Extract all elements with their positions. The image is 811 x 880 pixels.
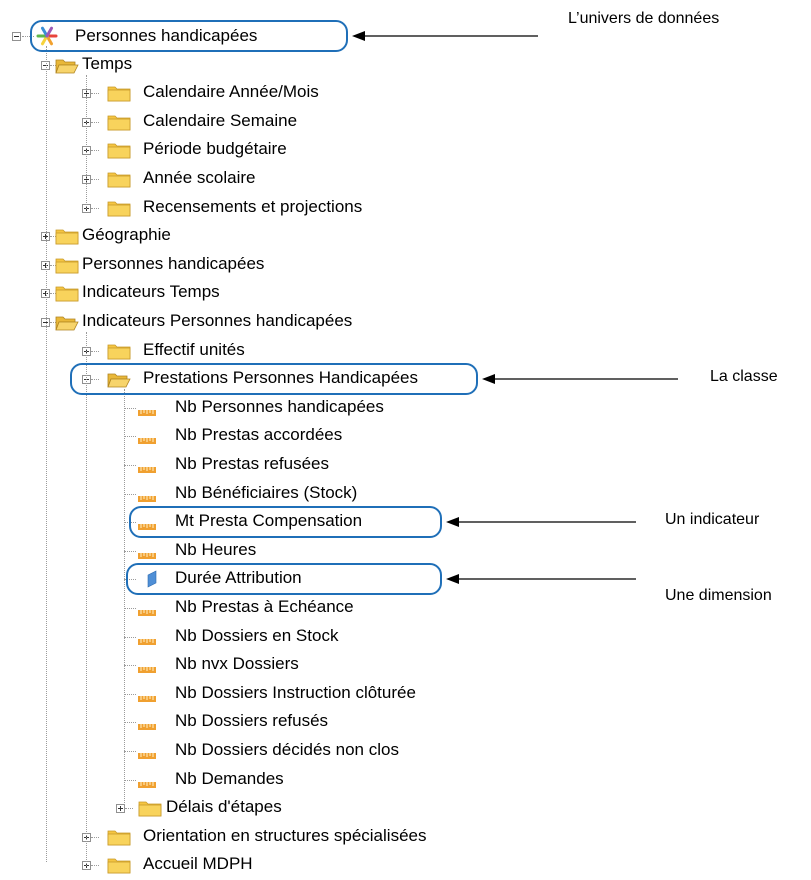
measure-icon <box>138 461 156 479</box>
tree-connector <box>124 465 136 466</box>
folder-icon <box>107 343 131 365</box>
univers-annotation: L’univers de données <box>568 10 720 27</box>
tree-node-label: Temps <box>82 53 133 73</box>
folder-icon <box>107 200 131 222</box>
folder-icon <box>138 800 162 822</box>
tree-connector <box>91 865 99 867</box>
folder-open-icon <box>55 57 79 79</box>
tree-connector <box>124 779 136 781</box>
measure-icon <box>138 747 156 765</box>
dimension-annotation: Une dimension <box>665 587 772 605</box>
tree-connector <box>91 350 99 352</box>
tree-connector <box>124 436 136 438</box>
folder-icon <box>107 829 131 851</box>
tree-connector <box>91 179 99 180</box>
tree-node-label: Calendaire Année/Mois <box>143 82 319 102</box>
classe-callout <box>70 363 478 396</box>
classe-arrow <box>482 374 678 385</box>
folder-icon <box>107 171 131 193</box>
tree-guide-line <box>86 332 87 867</box>
tree-node-label: Accueil MDPH <box>143 854 253 874</box>
tree-node-label: Nb nvx Dossiers <box>175 654 299 674</box>
folder-icon <box>107 85 131 107</box>
tree-connector <box>91 150 99 152</box>
tree-guide-line <box>124 389 125 810</box>
indicateur-arrow <box>446 517 636 528</box>
measure-icon <box>138 547 156 565</box>
collapse-toggle-icon[interactable] <box>12 32 21 41</box>
tree-node-label: Recensements et projections <box>143 196 363 216</box>
tree-node-label: Personnes handicapées <box>82 253 265 273</box>
tree-node-label: Nb Dossiers Instruction clôturée <box>175 682 416 702</box>
folder-icon <box>107 857 131 879</box>
folder-icon <box>55 228 79 250</box>
univers-arrow <box>352 31 538 41</box>
tree-connector <box>124 493 136 495</box>
folder-open-icon <box>55 314 79 336</box>
tree-node-label: Nb Dossiers décidés non clos <box>175 740 399 759</box>
measure-icon <box>138 718 156 736</box>
tree-node-label: Nb Personnes handicapées <box>175 396 384 416</box>
tree-node-label: Orientation en structures spécialisées <box>143 825 427 845</box>
tree-node-label: Géographie <box>82 225 171 245</box>
tree-guide-line <box>46 46 47 862</box>
tree-connector <box>124 665 136 667</box>
tree-connector <box>124 722 136 724</box>
measure-icon <box>138 404 156 422</box>
tree-node-label: Nb Heures <box>175 539 257 559</box>
tree-node-label: Nb Prestas refusées <box>175 454 330 473</box>
tree-node-label: Année scolaire <box>143 168 256 187</box>
tree-node-label: Indicateurs Temps <box>82 282 220 302</box>
tree-connector <box>91 836 99 838</box>
tree-connector <box>124 751 136 752</box>
measure-icon <box>138 604 156 622</box>
tree-connector <box>124 636 136 638</box>
measure-icon <box>138 490 156 508</box>
tree-connector <box>124 407 136 409</box>
tree-connector <box>91 93 99 95</box>
measure-icon <box>138 432 156 450</box>
classe-annotation: La classe <box>710 368 778 386</box>
tree-node-label: Indicateurs Personnes handicapées <box>82 311 353 330</box>
tree-connector <box>91 207 99 209</box>
tree-node-label: Délais d'étapes <box>166 797 282 817</box>
folder-icon <box>55 285 79 307</box>
indicateur-annotation: Un indicateur <box>665 511 760 529</box>
measure-icon <box>138 776 156 794</box>
dimension-callout <box>126 563 442 596</box>
measure-icon <box>138 633 156 651</box>
tree-connector <box>124 550 136 552</box>
tree-node-label: Nb Dossiers en Stock <box>175 625 339 645</box>
folder-icon <box>107 114 131 136</box>
folder-icon <box>55 257 79 279</box>
tree-node-label: Nb Demandes <box>175 768 284 788</box>
indicateur-callout <box>129 506 442 539</box>
tree-node-label: Nb Prestas accordées <box>175 425 343 445</box>
dimension-arrow <box>446 574 636 585</box>
tree-node-label: Effectif unités <box>143 339 245 359</box>
measure-icon <box>138 661 156 679</box>
tree-node-label: Nb Dossiers refusés <box>175 711 329 731</box>
tree-connector <box>91 121 99 123</box>
tree-node-label: Période budgétaire <box>143 139 287 159</box>
measure-icon <box>138 690 156 708</box>
tree-node-label: Nb Bénéficiaires (Stock) <box>175 482 358 502</box>
folder-icon <box>107 142 131 164</box>
tree-node-label: Nb Prestas à Echéance <box>175 597 354 616</box>
tree-node-label: Calendaire Semaine <box>143 110 298 130</box>
univers-callout <box>30 20 348 52</box>
tree-connector <box>124 693 136 695</box>
tree-guide-line <box>86 74 87 209</box>
tree-connector <box>125 808 133 810</box>
tree-connector <box>124 608 136 609</box>
